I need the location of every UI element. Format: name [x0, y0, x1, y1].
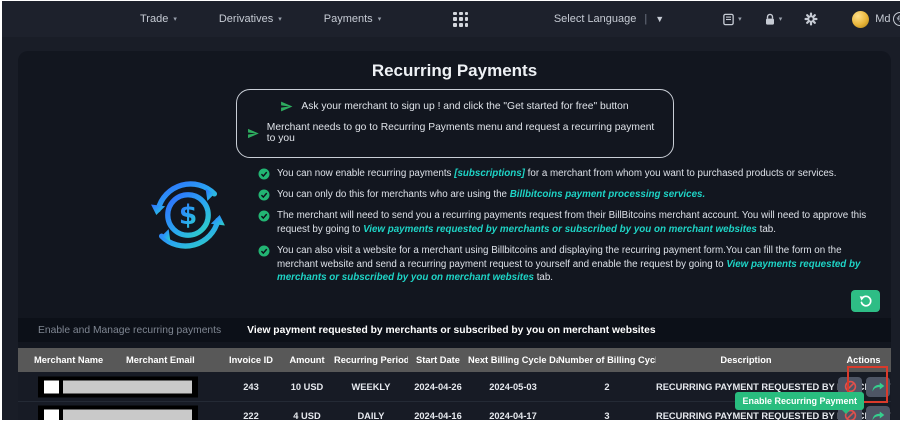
chevron-down-icon: ▾ [278, 16, 282, 23]
redacted-merchant-info [38, 405, 198, 420]
column-header: Merchant Email [110, 348, 222, 373]
language-selector[interactable]: Select Language | ▼ [554, 13, 664, 25]
nav-derivatives-label: Derivatives [218, 13, 274, 25]
column-header: Recurring Period [334, 348, 408, 373]
tab-view-requested[interactable]: View payment requested by merchants or s… [247, 325, 655, 336]
bullet-text: You can only do this for merchants who a… [277, 188, 706, 200]
table-header-row: Merchant Name Merchant Email Invoice ID Amo… [18, 348, 891, 373]
info-bullet: You can now enable recurring payments [s… [258, 167, 879, 181]
amount-cell: 10 USD [280, 372, 334, 402]
user-avatar [852, 10, 870, 28]
column-header: Merchant Name [18, 348, 110, 373]
username-label: Md [875, 13, 891, 25]
chevron-down-icon: ▾ [778, 16, 783, 23]
send-plane-icon [247, 128, 259, 138]
page-title: Recurring Payments [371, 61, 538, 80]
column-header: Amount [280, 348, 334, 373]
invoice-id-cell: 222 [222, 401, 280, 420]
bullet-text: The merchant will need to send you a rec… [277, 209, 867, 235]
next-billing-cell: 2024-04-17 [468, 401, 558, 420]
enable-recurring-button[interactable] [866, 376, 890, 397]
apps-grid-icon[interactable] [453, 11, 469, 27]
bullet-link[interactable]: [subscriptions] [454, 168, 525, 179]
nav-payments-label: Payments [323, 13, 373, 25]
recurring-dollar-icon: $ [144, 167, 234, 285]
history-refresh-button[interactable] [851, 290, 880, 313]
next-billing-cell: 2024-05-03 [468, 372, 558, 402]
tab-bar: Enable and Manage recurring payments Vie… [18, 318, 891, 343]
send-plane-icon [281, 101, 293, 112]
column-header: Description [656, 348, 836, 373]
recurring-payments-table: Merchant Name Merchant Email Invoice ID Amo… [18, 348, 891, 420]
recurring-period-cell: WEEKLY [334, 372, 408, 402]
nav-right: Select Language | ▼ ▾ ▾ Md ▾ [554, 10, 900, 28]
info-bullet: You can only do this for merchants who a… [258, 188, 879, 202]
nav-left: Trade ▾ Derivatives ▾ Payments ▾ [140, 11, 469, 27]
check-circle-icon [258, 189, 270, 201]
nav-trade-label: Trade [140, 13, 169, 25]
start-date-cell: 2024-04-16 [408, 401, 468, 420]
bullet-link[interactable]: Billbitcoins payment processing services… [510, 189, 705, 200]
start-date-cell: 2024-04-26 [408, 372, 468, 402]
enable-recurring-button[interactable] [866, 405, 890, 420]
merchant-name-cell [18, 401, 198, 420]
check-circle-icon [258, 245, 270, 257]
chevron-down-icon: ▼ [655, 14, 665, 24]
divider: | [644, 13, 648, 25]
column-header: Number of Billing Cycles [558, 348, 656, 373]
enable-recurring-tooltip: Enable Recurring Payment [735, 391, 864, 414]
recurring-payments-card: Recurring Payments Ask your merchant to … [18, 51, 891, 420]
book-icon[interactable]: ▾ [722, 13, 742, 26]
recurring-period-cell: DAILY [334, 401, 408, 420]
actions-cell: Enable Recurring Payment [735, 391, 891, 420]
callout-line: Ask your merchant to sign up ! and click… [247, 100, 663, 113]
tab-enable-manage[interactable]: Enable and Manage recurring payments [38, 325, 221, 336]
info-bullet: The merchant will need to send you a rec… [258, 209, 879, 237]
table-row: 222 4 USD DAILY 2024-04-16 2024-04-17 3 RECURR… [18, 391, 891, 420]
column-header: Start Date [408, 348, 468, 373]
svg-text:$: $ [179, 200, 197, 231]
cycles-cell: 3 [558, 401, 656, 420]
callout-text: Ask your merchant to sign up ! and click… [301, 101, 629, 112]
instruction-callout: Ask your merchant to sign up ! and click… [235, 89, 674, 158]
check-circle-icon [258, 210, 270, 222]
amount-cell: 4 USD [280, 401, 334, 420]
merchant-name-cell [18, 372, 198, 402]
info-bullet-list: You can now enable recurring payments [s… [258, 167, 891, 285]
help-icon[interactable]: ? [893, 12, 900, 26]
nav-derivatives[interactable]: Derivatives ▾ [219, 13, 282, 25]
bullet-text: You can also visit a website for a merch… [277, 244, 861, 284]
check-circle-icon [258, 168, 270, 180]
app-window: Trade ▾ Derivatives ▾ Payments ▾ Select … [2, 1, 900, 420]
chevron-down-icon: ▾ [738, 16, 742, 23]
redacted-merchant-info [38, 376, 198, 398]
language-label: Select Language [553, 13, 637, 25]
bullet-text: You can now enable recurring payments [s… [277, 168, 837, 179]
nav-payments[interactable]: Payments ▾ [324, 13, 381, 25]
chevron-down-icon: ▾ [377, 16, 382, 23]
invoice-id-cell: 243 [222, 372, 280, 402]
lock-icon[interactable]: ▾ [764, 13, 783, 26]
callout-text: Merchant needs to go to Recurring Paymen… [266, 122, 655, 144]
nav-trade[interactable]: Trade ▾ [140, 13, 177, 25]
chevron-down-icon: ▾ [173, 16, 177, 23]
top-navigation: Trade ▾ Derivatives ▾ Payments ▾ Select … [2, 1, 900, 37]
settings-gear-icon[interactable] [804, 12, 818, 26]
cycles-cell: 2 [558, 372, 656, 402]
column-header: Next Billing Cycle Date [468, 348, 558, 373]
main-content: Recurring Payments Ask your merchant to … [2, 51, 900, 420]
column-header: Invoice ID [222, 348, 280, 373]
column-header: Actions [836, 348, 891, 373]
callout-line: Merchant needs to go to Recurring Paymen… [247, 122, 663, 144]
bullet-link[interactable]: View payments requested by merchants or … [363, 224, 757, 235]
info-bullet: You can also visit a website for a merch… [258, 244, 879, 286]
